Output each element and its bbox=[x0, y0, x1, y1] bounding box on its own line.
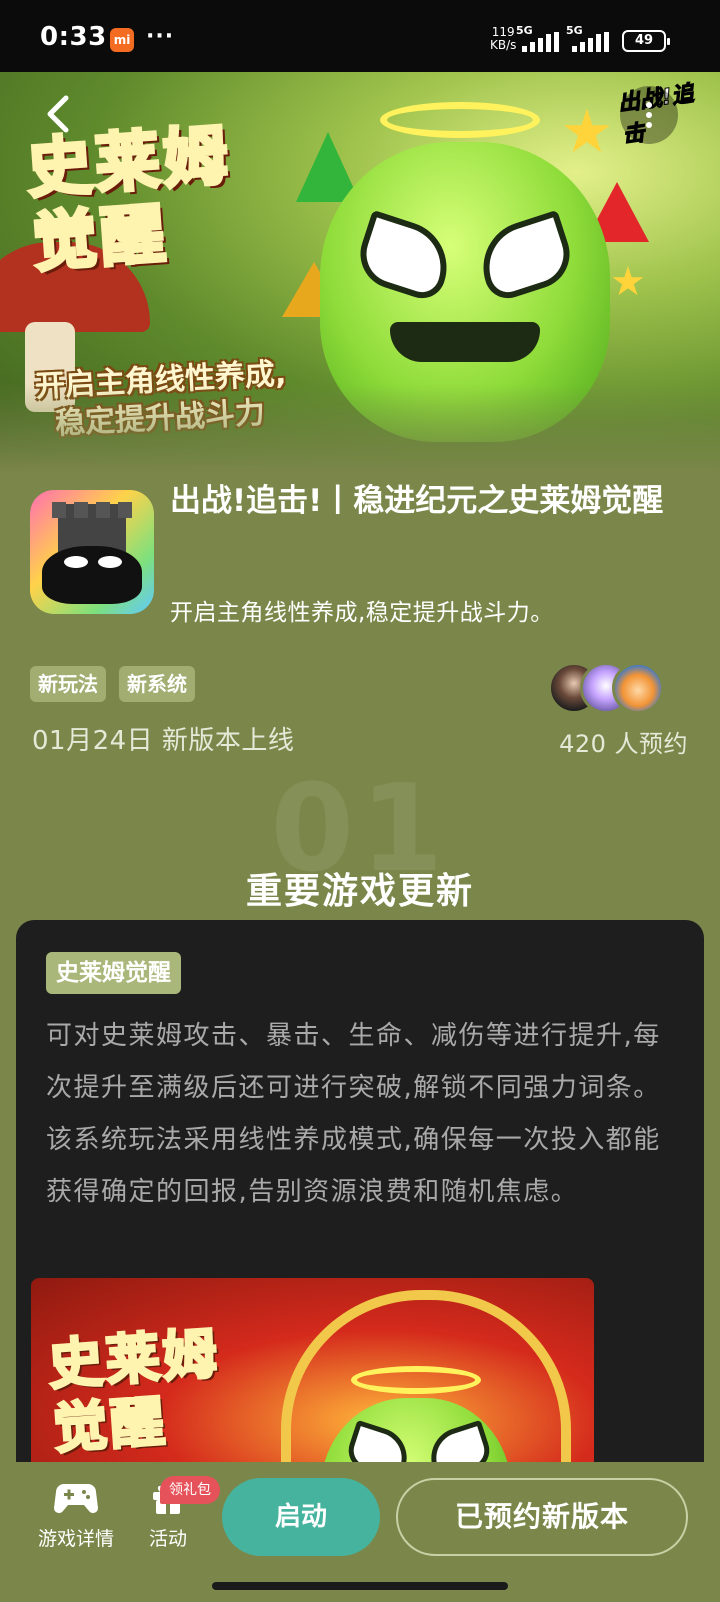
gift-pack-badge: 领礼包 bbox=[160, 1476, 220, 1504]
network-speed: 119 KB/s bbox=[490, 26, 516, 52]
battery-icon: 49 bbox=[622, 30, 670, 52]
app-icon-eye-right bbox=[98, 556, 122, 568]
game-title: 出战!追击!丨稳进纪元之史莱姆觉醒 bbox=[170, 483, 664, 519]
black-slime-graphic bbox=[42, 546, 142, 604]
gamepad-icon bbox=[54, 1484, 98, 1513]
update-card-description: 可对史莱姆攻击、暴击、生命、减伤等进行提升,每次提升至满级后还可进行突破,解锁不… bbox=[46, 1021, 661, 1207]
app-icon-eye-left bbox=[64, 556, 88, 568]
more-options-button[interactable] bbox=[620, 86, 678, 144]
activity-label: 活动 bbox=[148, 1528, 187, 1550]
status-bar: 0:33 mi ··· 119 KB/s 5G 5G 49 bbox=[0, 0, 720, 72]
update-card-tag: 史莱姆觉醒 bbox=[46, 952, 181, 994]
signal-icon-1: 5G bbox=[516, 24, 560, 52]
reservation-count: 420 人预约 bbox=[559, 730, 688, 758]
launch-button[interactable]: 启动 bbox=[222, 1478, 380, 1556]
halo-decoration bbox=[380, 102, 540, 138]
home-indicator[interactable] bbox=[212, 1582, 508, 1590]
banner-subtitle-line2: 稳定提升战斗力 bbox=[54, 395, 266, 442]
game-details-button[interactable]: 游戏详情 bbox=[28, 1480, 124, 1551]
banner-subtitle: 开启主角线性养成, 稳定提升战斗力 bbox=[34, 355, 289, 444]
avatar bbox=[612, 662, 664, 714]
more-vertical-icon bbox=[646, 102, 652, 128]
game-app-icon bbox=[30, 490, 154, 614]
hero-banner: ★ ★ 史莱姆觉醒 开启主角线性养成, 稳定提升战斗力 bbox=[0, 72, 720, 474]
section-title: 重要游戏更新 bbox=[245, 871, 474, 912]
signal-icon-2: 5G bbox=[566, 24, 610, 52]
slime-illustration bbox=[320, 142, 610, 442]
star-decoration: ★ bbox=[560, 97, 614, 167]
game-details-label: 游戏详情 bbox=[37, 1528, 114, 1550]
reserver-avatars bbox=[548, 662, 668, 714]
release-date: 01月24日 新版本上线 bbox=[32, 726, 295, 756]
star-decoration-small: ★ bbox=[610, 259, 646, 305]
card-halo-decoration bbox=[351, 1366, 481, 1394]
mi-notification-icon: mi bbox=[110, 28, 134, 52]
more-notifications-icon: ··· bbox=[146, 24, 175, 49]
reserved-new-version-button[interactable]: 已预约新版本 bbox=[396, 1478, 688, 1556]
back-button[interactable] bbox=[36, 90, 84, 138]
banner-title: 史莱姆觉醒 bbox=[23, 117, 236, 283]
status-time: 0:33 bbox=[40, 22, 107, 52]
tag-new-system: 新系统 bbox=[119, 666, 195, 702]
game-subtitle: 开启主角线性养成,稳定提升战斗力。 bbox=[170, 600, 554, 626]
tag-new-gameplay: 新玩法 bbox=[30, 666, 106, 702]
slime-mouth bbox=[390, 322, 540, 362]
card-image-title: 史莱姆觉醒 bbox=[45, 1320, 223, 1462]
network-speed-unit: KB/s bbox=[490, 38, 517, 52]
back-arrow-icon bbox=[47, 95, 69, 133]
battery-level: 49 bbox=[634, 33, 654, 48]
app-screen: 0:33 mi ··· 119 KB/s 5G 5G 49 ★ ★ 史莱姆觉醒 … bbox=[0, 0, 720, 1602]
